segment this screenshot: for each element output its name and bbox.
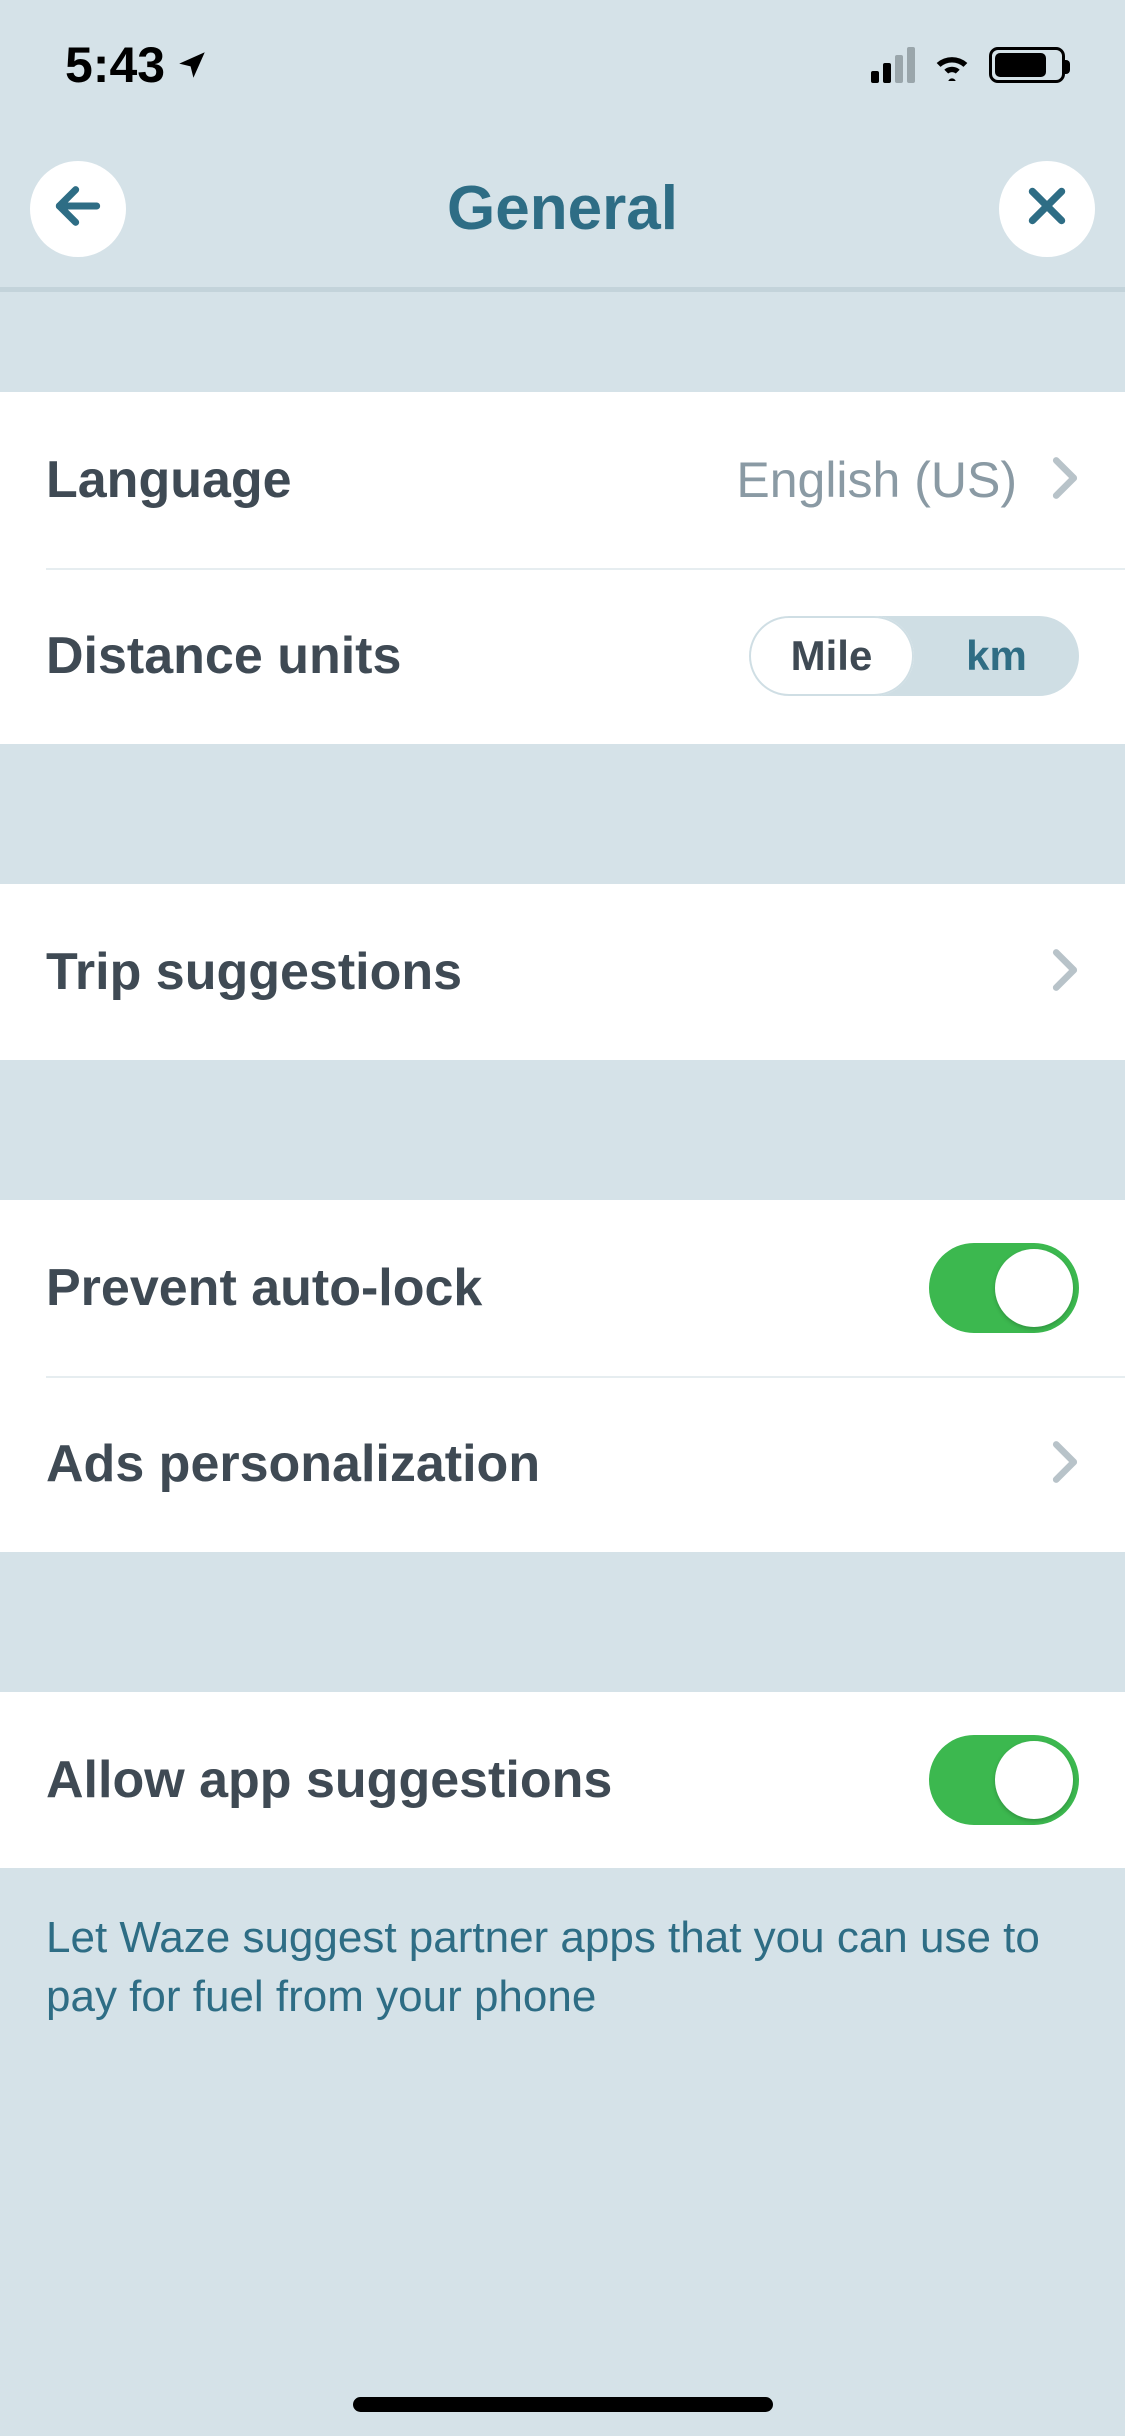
toggle-prevent-autolock[interactable] <box>929 1243 1079 1333</box>
label-ads-personalization: Ads personalization <box>46 1434 540 1494</box>
footer-description: Let Waze suggest partner apps that you c… <box>0 1868 1125 2067</box>
value-language: English (US) <box>736 451 1017 509</box>
segment-mile[interactable]: Mile <box>749 616 914 696</box>
status-time: 5:43 <box>65 36 165 94</box>
back-button[interactable] <box>30 161 126 257</box>
section-privacy: Prevent auto-lock Ads personalization <box>0 1200 1125 1552</box>
arrow-left-icon <box>50 178 106 239</box>
status-left: 5:43 <box>65 36 209 94</box>
section-spacer <box>0 1552 1125 1692</box>
toggle-allow-app-suggestions[interactable] <box>929 1735 1079 1825</box>
page-title: General <box>447 173 678 244</box>
status-right <box>871 45 1065 86</box>
section-spacer <box>0 744 1125 884</box>
header: General <box>0 130 1125 292</box>
row-trip-suggestions[interactable]: Trip suggestions <box>0 884 1125 1060</box>
row-allow-app-suggestions: Allow app suggestions <box>0 1692 1125 1868</box>
close-button[interactable] <box>999 161 1095 257</box>
label-language: Language <box>46 450 292 510</box>
label-distance-units: Distance units <box>46 626 401 686</box>
cellular-icon <box>871 47 915 83</box>
section-spacer <box>0 292 1125 392</box>
label-prevent-autolock: Prevent auto-lock <box>46 1258 482 1318</box>
battery-icon <box>989 47 1065 83</box>
close-icon <box>1022 181 1072 236</box>
section-trip: Trip suggestions <box>0 884 1125 1060</box>
status-bar: 5:43 <box>0 0 1125 130</box>
label-allow-app-suggestions: Allow app suggestions <box>46 1750 612 1810</box>
home-indicator <box>353 2397 773 2412</box>
location-icon <box>175 36 209 94</box>
section-app-suggestions: Allow app suggestions <box>0 1692 1125 1868</box>
label-trip-suggestions: Trip suggestions <box>46 942 462 1002</box>
chevron-right-icon <box>1051 948 1079 997</box>
chevron-right-icon <box>1051 456 1079 505</box>
wifi-icon <box>929 45 975 86</box>
row-language[interactable]: Language English (US) <box>0 392 1125 568</box>
segment-km[interactable]: km <box>914 616 1079 696</box>
section-spacer <box>0 1060 1125 1200</box>
section-general: Language English (US) Distance units Mil… <box>0 392 1125 744</box>
row-distance-units: Distance units Mile km <box>0 568 1125 744</box>
chevron-right-icon <box>1051 1440 1079 1489</box>
row-ads-personalization[interactable]: Ads personalization <box>0 1376 1125 1552</box>
row-prevent-autolock: Prevent auto-lock <box>0 1200 1125 1376</box>
distance-units-segmented[interactable]: Mile km <box>749 616 1079 696</box>
